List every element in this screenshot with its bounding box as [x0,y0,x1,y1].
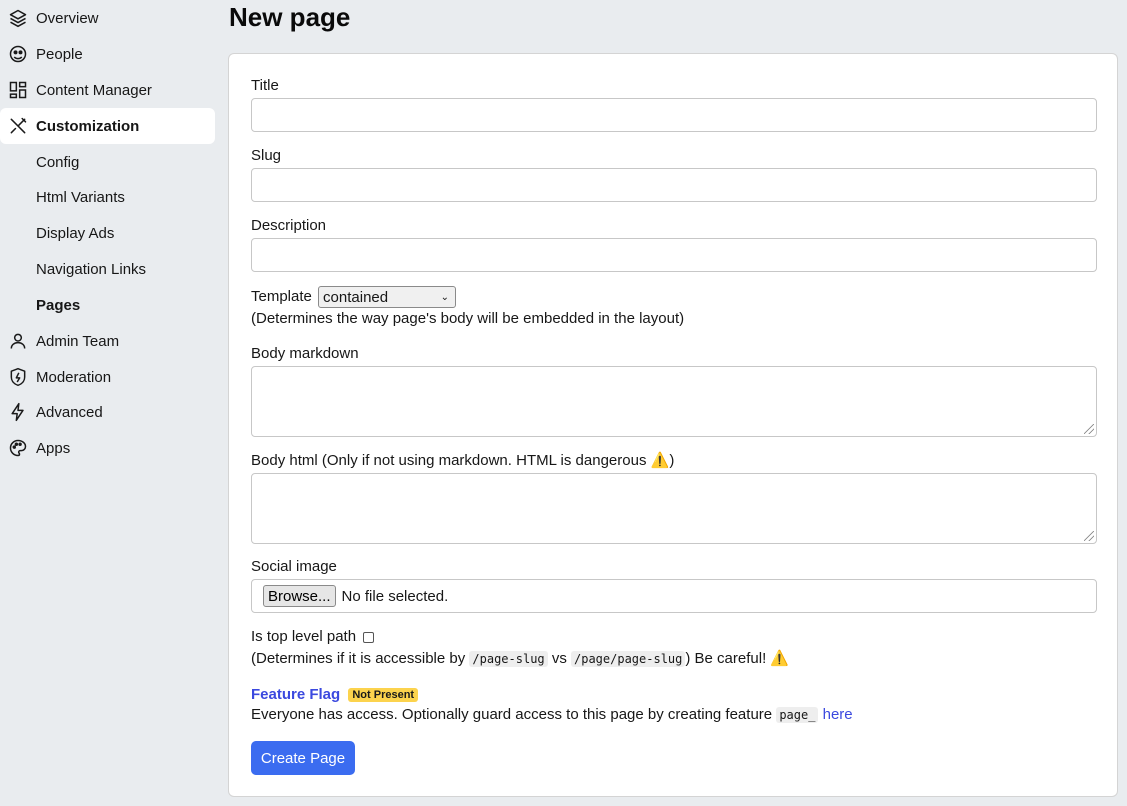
title-label: Title [251,77,279,94]
feature-flag-title: Feature Flag [251,686,341,703]
status-badge: Not Present [348,688,419,703]
slug-input[interactable] [251,168,1097,202]
top-level-path-field-group: Is top level path (Determines if it is a… [251,628,1097,667]
sidebar-item-label: Advanced [36,403,103,421]
template-field-group: Template contained ⌄ (Determines the way… [251,286,1097,327]
sidebar-item-people[interactable]: People [0,36,215,72]
body-markdown-field-group: Body markdown [251,345,1097,437]
sidebar-item-label: People [36,45,83,63]
sidebar-subitem-pages[interactable]: Pages [0,287,215,323]
code-page-slug: /page-slug [469,651,548,667]
body-html-label-text: Body html (Only if not using markdown. H… [251,452,647,469]
sidebar-subitem-config[interactable]: Config [0,144,215,180]
feature-flag-description: Everyone has access. Optionally guard ac… [251,706,1097,723]
create-page-button[interactable]: Create Page [251,741,355,775]
title-field-group: Title [251,77,1097,132]
page-title: New page [229,2,351,32]
sidebar-subitem-navigation-links[interactable]: Navigation Links [0,251,215,287]
resize-handle[interactable] [1084,424,1094,434]
body-html-textarea[interactable] [251,473,1097,544]
hint-text: vs [551,650,567,667]
title-input[interactable] [251,98,1097,132]
shield-bolt-icon [8,367,28,387]
sidebar-item-label: Admin Team [36,332,120,350]
top-level-path-checkbox[interactable] [363,631,375,643]
sidebar-item-advanced[interactable]: Advanced [0,394,215,430]
bolt-icon [8,402,28,422]
new-page-form: Title Slug Description Template containe… [228,53,1118,797]
dashboard-icon [8,80,28,100]
sidebar-item-label: Moderation [36,368,112,386]
sidebar-subitem-label: Html Variants [36,188,125,206]
template-label: Template [251,287,312,305]
body-html-label: Body html (Only if not using markdown. H… [251,451,1097,469]
sidebar-item-apps[interactable]: Apps [0,430,215,466]
template-selected-value: contained [323,288,389,306]
sidebar-item-content-manager[interactable]: Content Manager [0,72,215,108]
sidebar-subitem-label: Pages [36,296,81,314]
top-level-path-hint: (Determines if it is accessible by /page… [251,649,1097,667]
people-icon [8,44,28,64]
slug-label: Slug [251,147,282,164]
sidebar-item-label: Overview [36,9,99,27]
code-page-prefix: page_ [776,707,819,723]
sidebar-item-overview[interactable]: Overview [0,0,215,36]
no-file-text: No file selected. [341,587,449,605]
chevron-down-icon: ⌄ [440,291,450,303]
hint-text: ) Be careful! [685,650,767,667]
sidebar-item-label: Content Manager [36,81,152,99]
sidebar-subitem-label: Navigation Links [36,260,147,278]
feature-flag-text: Everyone has access. Optionally guard ac… [251,706,773,723]
body-html-label-close: ) [669,452,675,469]
slug-field-group: Slug [251,147,1097,202]
resize-handle[interactable] [1084,531,1094,541]
top-level-path-label: Is top level path [251,628,357,645]
sidebar-item-moderation[interactable]: Moderation [0,359,215,395]
sidebar-subitem-display-ads[interactable]: Display Ads [0,215,215,251]
tools-icon [8,116,28,136]
social-image-file-input[interactable]: Browse... No file selected. [251,579,1097,613]
warning-icon: ⚠️ [770,650,790,667]
warning-icon: ⚠️ [650,452,670,469]
sidebar-item-label: Customization [36,117,140,135]
description-input[interactable] [251,238,1097,272]
layers-icon [8,8,28,28]
social-image-field-group: Social image Browse... No file selected. [251,558,1097,613]
user-icon [8,331,28,351]
sidebar-item-admin-team[interactable]: Admin Team [0,323,215,359]
sidebar-item-label: Apps [36,439,71,457]
sidebar-subitem-html-variants[interactable]: Html Variants [0,179,215,215]
body-markdown-label: Body markdown [251,345,359,362]
create-feature-link[interactable]: here [823,706,853,723]
feature-flag-section: Feature Flag Not Present Everyone has ac… [251,686,1097,723]
sidebar-subitem-label: Display Ads [36,224,115,242]
body-markdown-textarea[interactable] [251,366,1097,437]
template-hint: (Determines the way page's body will be … [251,310,685,327]
palette-icon [8,438,28,458]
hint-text: (Determines if it is accessible by [251,650,466,667]
browse-button[interactable]: Browse... [263,585,336,607]
description-label: Description [251,217,327,234]
template-select[interactable]: contained ⌄ [318,286,457,308]
social-image-label: Social image [251,558,337,575]
sidebar-subitem-label: Config [36,153,80,171]
code-page-page-slug: /page/page-slug [571,651,686,667]
sidebar-item-customization[interactable]: Customization [0,108,215,144]
body-html-field-group: Body html (Only if not using markdown. H… [251,451,1097,544]
description-field-group: Description [251,217,1097,272]
